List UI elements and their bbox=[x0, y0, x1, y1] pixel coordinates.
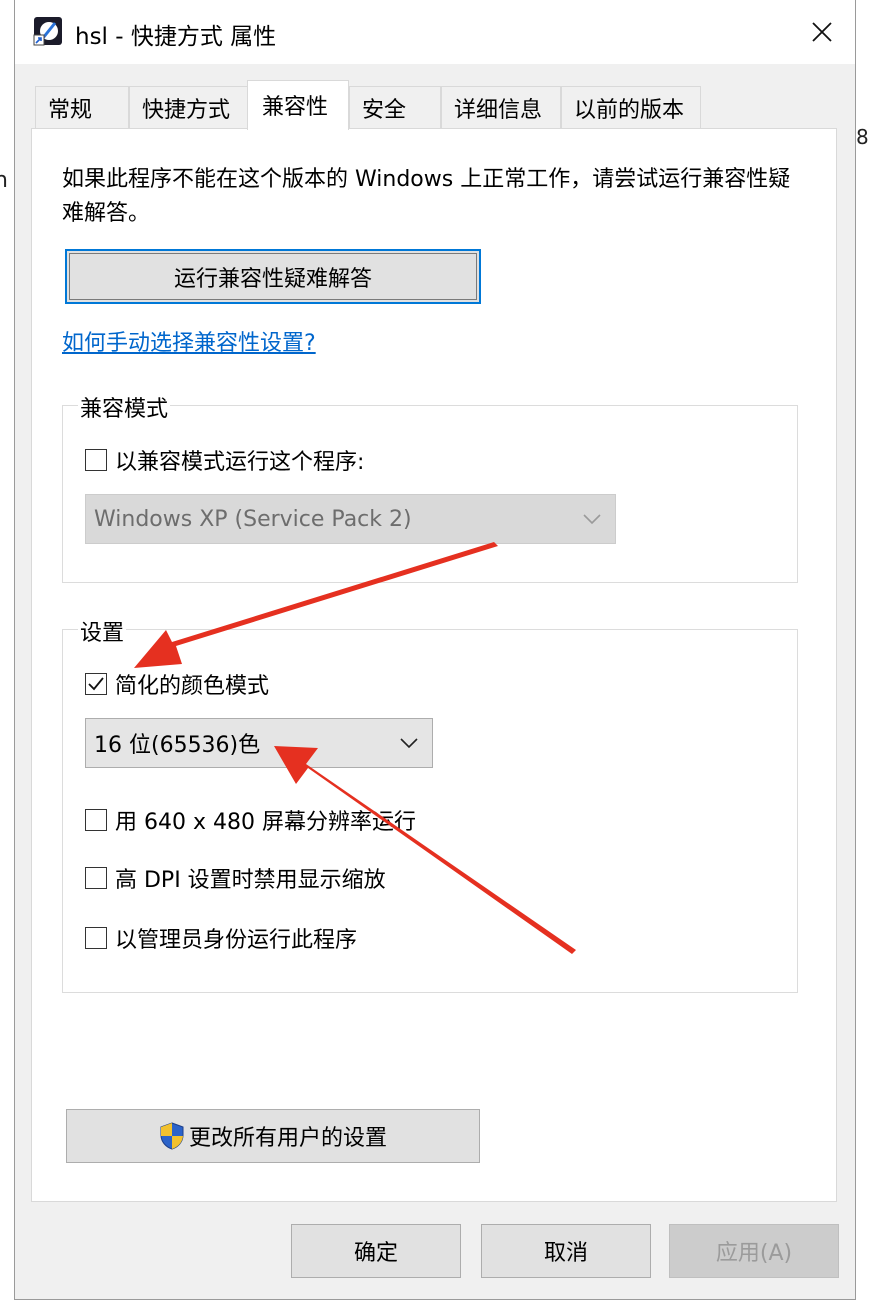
window-title: hsl - 快捷方式 属性 bbox=[75, 24, 277, 50]
button-label: 运行兼容性疑难解答 bbox=[173, 266, 372, 292]
tab-label: 快捷方式 bbox=[142, 97, 231, 123]
title-bar: hsl - 快捷方式 属性 bbox=[15, 0, 855, 64]
select-value: Windows XP (Service Pack 2) bbox=[94, 506, 412, 532]
edge-fragment-right: 8 bbox=[856, 125, 869, 149]
compat-mode-group: 兼容模式 以兼容模式运行这个程序: Windows XP (Service Pa… bbox=[62, 391, 798, 583]
tab-label: 常规 bbox=[48, 97, 93, 123]
properties-dialog: hsl - 快捷方式 属性 常规 快捷方式 兼容性 安全 详细信息 以前的版本 … bbox=[14, 0, 856, 1300]
button-label: 更改所有用户的设置 bbox=[188, 1126, 387, 1151]
shortcut-app-icon bbox=[33, 17, 62, 46]
run-as-admin-checkbox-row[interactable]: 以管理员身份运行此程序 bbox=[85, 922, 357, 954]
close-button[interactable] bbox=[789, 0, 855, 64]
select-value: 16 位(65536)色 bbox=[94, 733, 261, 758]
close-icon bbox=[812, 22, 832, 42]
tab-security[interactable]: 安全 bbox=[349, 86, 441, 128]
tab-general[interactable]: 常规 bbox=[35, 86, 129, 128]
apply-button[interactable]: 应用(A) bbox=[669, 1224, 839, 1278]
ok-button[interactable]: 确定 bbox=[291, 1224, 461, 1278]
tab-compatibility[interactable]: 兼容性 bbox=[247, 80, 349, 130]
windows-version-select[interactable]: Windows XP (Service Pack 2) bbox=[85, 494, 616, 544]
checkbox-label: 以兼容模式运行这个程序: bbox=[115, 450, 365, 475]
tab-details[interactable]: 详细信息 bbox=[441, 86, 561, 128]
high-dpi-checkbox[interactable] bbox=[85, 867, 107, 889]
cancel-button[interactable]: 取消 bbox=[481, 1224, 651, 1278]
chevron-down-icon bbox=[583, 514, 601, 525]
tab-shortcut[interactable]: 快捷方式 bbox=[129, 86, 249, 128]
res-640-checkbox-row[interactable]: 用 640 x 480 屏幕分辨率运行 bbox=[85, 804, 416, 836]
checkbox-label: 用 640 x 480 屏幕分辨率运行 bbox=[115, 810, 416, 835]
button-label: 应用(A) bbox=[715, 1241, 793, 1266]
checkbox-label: 高 DPI 设置时禁用显示缩放 bbox=[115, 868, 386, 893]
tab-previous-versions[interactable]: 以前的版本 bbox=[561, 86, 701, 128]
checkbox-label: 以管理员身份运行此程序 bbox=[115, 928, 358, 953]
compat-mode-checkbox[interactable] bbox=[85, 449, 107, 471]
color-depth-select[interactable]: 16 位(65536)色 bbox=[85, 718, 433, 768]
tab-label: 兼容性 bbox=[262, 95, 329, 120]
change-all-users-button[interactable]: 更改所有用户的设置 bbox=[66, 1109, 480, 1163]
group-title: 兼容模式 bbox=[78, 391, 171, 423]
button-label: 确定 bbox=[353, 1241, 398, 1266]
reduced-color-checkbox[interactable] bbox=[85, 673, 107, 695]
compat-mode-checkbox-row[interactable]: 以兼容模式运行这个程序: bbox=[85, 444, 364, 476]
chevron-down-icon bbox=[400, 738, 418, 749]
checkmark-icon bbox=[88, 677, 104, 691]
tab-label: 详细信息 bbox=[454, 97, 543, 123]
troubleshoot-info-text: 如果此程序不能在这个版本的 Windows 上正常工作，请尝试运行兼容性疑难解答… bbox=[62, 167, 791, 226]
high-dpi-checkbox-row[interactable]: 高 DPI 设置时禁用显示缩放 bbox=[85, 862, 386, 894]
tab-label: 安全 bbox=[362, 97, 407, 123]
compatibility-panel: 如果此程序不能在这个版本的 Windows 上正常工作，请尝试运行兼容性疑难解答… bbox=[31, 128, 837, 1202]
tab-label: 以前的版本 bbox=[574, 97, 685, 123]
settings-group: 设置 简化的颜色模式 16 位(65536)色 用 640 x 480 屏幕分辨… bbox=[62, 615, 798, 993]
checkbox-label: 简化的颜色模式 bbox=[115, 674, 270, 699]
button-label: 取消 bbox=[543, 1241, 588, 1266]
edge-fragment-left: n bbox=[0, 168, 8, 193]
group-title: 设置 bbox=[78, 615, 127, 647]
manual-settings-link[interactable]: 如何手动选择兼容性设置? bbox=[62, 325, 316, 357]
run-troubleshooter-button[interactable]: 运行兼容性疑难解答 bbox=[65, 249, 481, 304]
run-as-admin-checkbox[interactable] bbox=[85, 927, 107, 949]
res-640-checkbox[interactable] bbox=[85, 809, 107, 831]
reduced-color-checkbox-row[interactable]: 简化的颜色模式 bbox=[85, 668, 269, 700]
uac-shield-icon bbox=[160, 1122, 184, 1150]
